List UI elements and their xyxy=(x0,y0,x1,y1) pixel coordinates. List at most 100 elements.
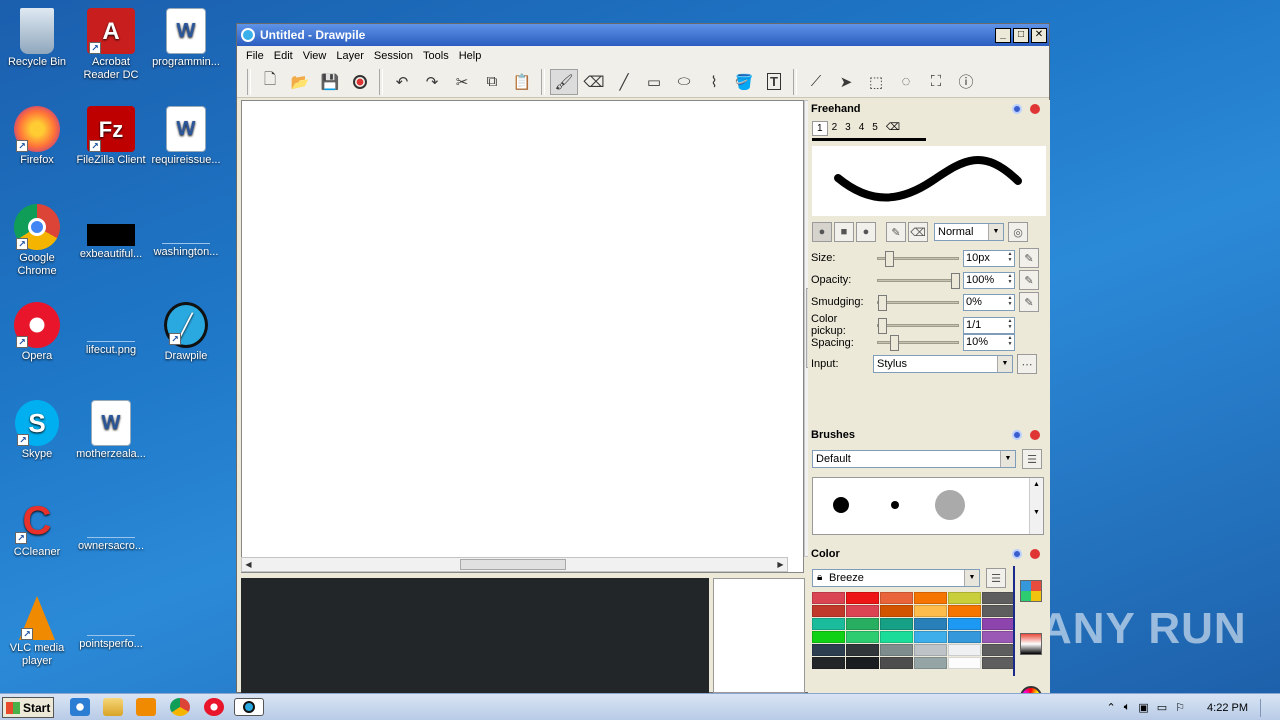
color-swatch[interactable] xyxy=(914,618,947,630)
pointer-tool-icon[interactable]: ➤ xyxy=(832,69,860,95)
color-swatch[interactable] xyxy=(880,644,913,656)
text-tool-icon[interactable]: T xyxy=(760,69,788,95)
color-picker-tool-icon[interactable]: ⟋ xyxy=(802,69,830,95)
drawing-canvas[interactable] xyxy=(241,100,804,573)
menu-layer[interactable]: Layer xyxy=(331,50,369,62)
desktop-icon-programmin[interactable]: W programmin... xyxy=(149,8,223,69)
line-tool-icon[interactable]: ╱ xyxy=(610,69,638,95)
brush-tool-icon[interactable]: 🖌 xyxy=(550,68,578,95)
close-dock-icon[interactable] xyxy=(1030,549,1040,559)
spacing-spinbox[interactable]: 10% xyxy=(963,334,1015,351)
navigator-panel[interactable] xyxy=(241,578,709,693)
opera-taskbar-icon[interactable] xyxy=(204,698,224,716)
undo-icon[interactable]: ↶ xyxy=(388,69,416,95)
smudging-spinbox[interactable]: 0% xyxy=(963,293,1015,311)
desktop-icon-skype[interactable]: S ↗ Skype xyxy=(0,400,74,461)
color-swatch[interactable] xyxy=(880,618,913,630)
desktop-icon-lifecut[interactable]: lifecut.png xyxy=(74,302,148,357)
color-swatch[interactable] xyxy=(948,657,981,669)
file-explorer-icon[interactable] xyxy=(103,698,123,716)
color-swatch[interactable] xyxy=(812,644,845,656)
layer-preview-panel[interactable] xyxy=(713,578,805,693)
title-bar[interactable]: Untitled - Drawpile _ □ ✕ xyxy=(237,24,1049,46)
zoom-tool-icon[interactable]: ⛶ xyxy=(922,69,950,95)
clock[interactable]: 4:22 PM xyxy=(1207,702,1248,714)
lasso-tool-icon[interactable]: ◌ xyxy=(892,69,920,95)
pen-mode-icon[interactable]: ✎ xyxy=(886,222,906,242)
color-swatch[interactable] xyxy=(982,592,1015,604)
cut-icon[interactable]: ✂ xyxy=(448,69,476,95)
color-swatch[interactable] xyxy=(880,605,913,617)
color-swatch[interactable] xyxy=(846,644,879,656)
desktop-icon-pointsperfo[interactable]: pointsperfo... xyxy=(74,596,148,651)
square-brush-icon[interactable]: ■ xyxy=(834,222,854,242)
ellipse-tool-icon[interactable]: ⬭ xyxy=(670,69,698,95)
curve-tool-icon[interactable]: ⌇ xyxy=(700,69,728,95)
desktop-icon-filezilla[interactable]: Fz ↗ FileZilla Client xyxy=(74,106,148,167)
color-slider-mode-icon[interactable] xyxy=(1020,633,1042,655)
color-swatch[interactable] xyxy=(914,631,947,643)
desktop-icon-acrobat[interactable]: A ↗ Acrobat Reader DC xyxy=(74,8,148,82)
soft-brush-icon[interactable]: ● xyxy=(856,222,876,242)
color-swatch[interactable] xyxy=(982,657,1015,669)
preset-tab-2[interactable]: 2 xyxy=(828,121,842,136)
eraser-tool-icon[interactable]: ⌫ xyxy=(580,69,608,95)
close-dock-icon[interactable] xyxy=(1030,430,1040,440)
color-swatch[interactable] xyxy=(880,592,913,604)
desktop-icon-vlc[interactable]: ↗ VLC media player xyxy=(0,596,74,668)
color-swatch[interactable] xyxy=(948,631,981,643)
save-icon[interactable]: 💾 xyxy=(316,69,344,95)
float-dock-icon[interactable] xyxy=(1012,104,1022,114)
float-dock-icon[interactable] xyxy=(1012,549,1022,559)
color-swatch[interactable] xyxy=(948,644,981,656)
color-pickup-spinbox[interactable]: 1/1 xyxy=(963,316,1015,334)
spacing-slider[interactable] xyxy=(877,335,959,351)
menu-tools[interactable]: Tools xyxy=(418,50,454,62)
palette-menu-icon[interactable]: ☰ xyxy=(986,568,1006,588)
menu-view[interactable]: View xyxy=(298,50,332,62)
slider-knob[interactable] xyxy=(885,250,895,267)
preset-tab-3[interactable]: 3 xyxy=(841,121,855,136)
minimize-button[interactable]: _ xyxy=(995,27,1011,43)
brush-set-select[interactable]: Default ▼ xyxy=(812,450,1016,468)
desktop-icon-requireissue[interactable]: W requireissue... xyxy=(149,106,223,167)
color-swatch[interactable] xyxy=(812,605,845,617)
preset-tab-1[interactable]: 1 xyxy=(812,121,828,136)
new-file-icon[interactable]: 🗋 xyxy=(256,69,284,95)
color-swatch[interactable] xyxy=(812,618,845,630)
float-dock-icon[interactable] xyxy=(1012,430,1022,440)
media-player-icon[interactable] xyxy=(136,698,156,716)
eraser-preset-icon[interactable]: ⌫ xyxy=(882,121,904,136)
rect-select-tool-icon[interactable]: ⬚ xyxy=(862,69,890,95)
start-button[interactable]: Start xyxy=(2,697,54,718)
desktop-icon-ownersacro[interactable]: ownersacro... xyxy=(74,498,148,553)
show-desktop-button[interactable] xyxy=(1260,698,1272,717)
color-swatch[interactable] xyxy=(982,644,1015,656)
palette-select[interactable]: 🔒︎ Breeze ▼ xyxy=(812,569,980,587)
brush-preset-large[interactable] xyxy=(833,497,849,513)
menu-help[interactable]: Help xyxy=(454,50,487,62)
tray-expand-icon[interactable]: ⌃ xyxy=(1107,701,1116,714)
internet-explorer-icon[interactable] xyxy=(70,698,90,716)
pressure-smudging-icon[interactable]: ✎ xyxy=(1019,292,1039,312)
opacity-slider[interactable] xyxy=(877,272,960,289)
scroll-right-arrow-icon[interactable]: ▶ xyxy=(774,558,787,571)
scroll-thumb[interactable] xyxy=(460,559,566,570)
palette-mode-icon[interactable] xyxy=(1020,580,1042,602)
color-swatch[interactable] xyxy=(914,592,947,604)
scroll-left-arrow-icon[interactable]: ◀ xyxy=(242,558,255,571)
action-center-flag-icon[interactable]: ⚐ xyxy=(1175,701,1185,714)
desktop-icon-motherzeala[interactable]: W motherzeala... xyxy=(74,400,148,461)
color-swatch[interactable] xyxy=(812,631,845,643)
color-swatch[interactable] xyxy=(948,592,981,604)
preset-tab-5[interactable]: 5 xyxy=(868,121,882,136)
slider-knob[interactable] xyxy=(878,317,887,334)
pressure-opacity-icon[interactable]: ✎ xyxy=(1019,270,1039,290)
brushes-menu-icon[interactable]: ☰ xyxy=(1022,449,1042,469)
network-icon[interactable]: ▣ xyxy=(1138,701,1148,714)
blend-mode-select[interactable]: Normal ▼ xyxy=(934,223,1004,241)
pressure-size-icon[interactable]: ✎ xyxy=(1019,248,1039,268)
close-dock-icon[interactable] xyxy=(1030,104,1040,114)
color-swatch[interactable] xyxy=(948,618,981,630)
rectangle-tool-icon[interactable]: ▭ xyxy=(640,69,668,95)
